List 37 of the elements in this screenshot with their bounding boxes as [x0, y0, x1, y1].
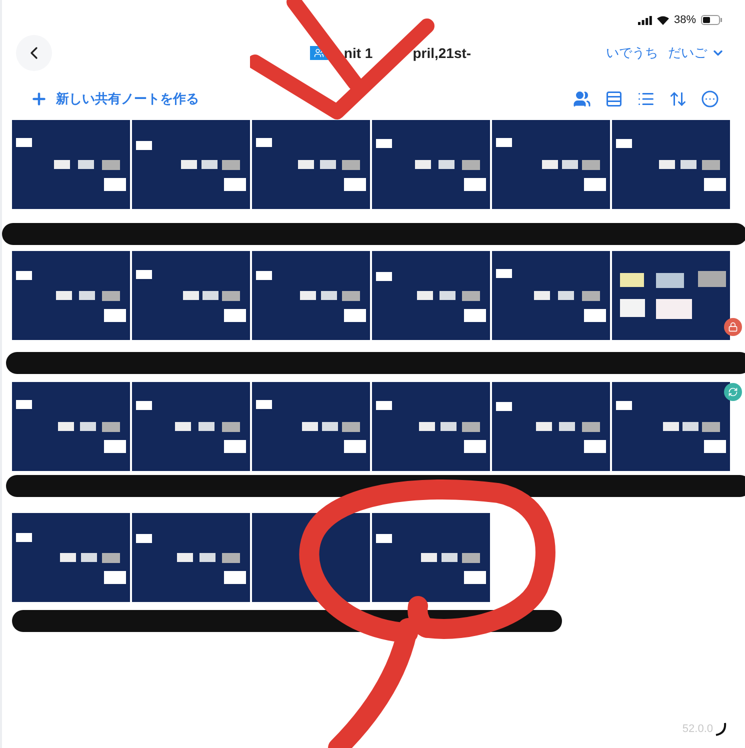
note-thumbnail[interactable] — [132, 120, 250, 209]
note-thumbnail[interactable] — [252, 120, 370, 209]
wifi-icon — [656, 16, 669, 24]
title-text: nit 1 — [344, 45, 373, 61]
rows-icon[interactable] — [605, 90, 623, 108]
note-thumbnail[interactable] — [612, 382, 730, 471]
people-icon[interactable] — [573, 90, 591, 108]
note-thumbnail[interactable] — [372, 382, 490, 471]
user-menu[interactable]: いでうち だいご — [606, 44, 725, 62]
new-note-button[interactable]: 新しい共有ノートを作る — [30, 90, 199, 108]
note-thumbnail[interactable] — [612, 120, 730, 209]
note-thumbnail[interactable] — [492, 382, 610, 471]
note-thumbnail[interactable] — [252, 382, 370, 471]
battery-icon — [701, 15, 723, 25]
back-button[interactable] — [16, 35, 52, 71]
battery-percentage: 38% — [674, 14, 696, 26]
note-thumbnail[interactable] — [132, 251, 250, 340]
note-thumbnail[interactable] — [12, 251, 130, 340]
list-icon[interactable] — [637, 90, 655, 108]
note-thumbnail[interactable] — [492, 120, 610, 209]
note-thumbnail[interactable] — [372, 513, 490, 602]
plus-icon — [30, 90, 48, 108]
sort-icon[interactable] — [669, 90, 687, 108]
note-thumbnail[interactable] — [12, 120, 130, 209]
note-thumbnail[interactable] — [12, 513, 130, 602]
title-text: pril,21st- — [412, 45, 472, 61]
note-thumbnail[interactable] — [132, 382, 250, 471]
more-icon[interactable] — [701, 90, 719, 108]
note-thumbnail[interactable] — [492, 251, 610, 340]
note-thumbnail[interactable] — [372, 120, 490, 209]
note-thumbnail[interactable] — [372, 251, 490, 340]
note-thumbnail[interactable] — [252, 251, 370, 340]
spinner-icon — [715, 722, 727, 736]
note-thumbnail[interactable] — [132, 513, 250, 602]
note-thumbnail[interactable] — [612, 251, 730, 340]
note-thumbnail[interactable] — [12, 382, 130, 471]
signal-icon — [638, 16, 652, 24]
